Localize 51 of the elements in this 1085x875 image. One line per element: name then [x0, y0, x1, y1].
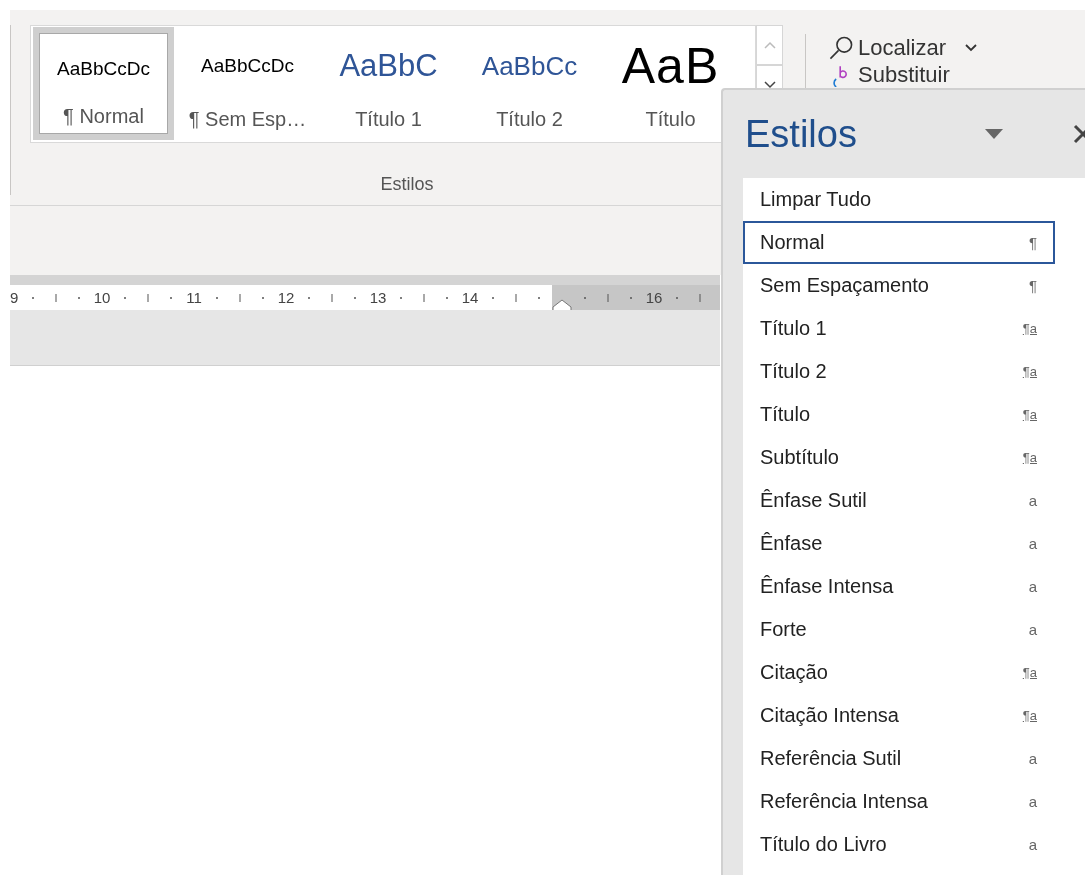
replace-button[interactable]: Substituir: [828, 61, 979, 88]
style-list-item[interactable]: Título 2 ¶a: [743, 350, 1055, 393]
chevron-down-icon: [964, 42, 979, 53]
linked-style-mark: ¶a: [1022, 450, 1037, 465]
style-list-item[interactable]: Título do Livro a: [743, 823, 1055, 866]
ruler-number: 12: [276, 289, 296, 306]
chevron-down-icon: [763, 81, 776, 89]
style-list-item[interactable]: Ênfase a: [743, 522, 1055, 565]
style-list-item[interactable]: Citação ¶a: [743, 651, 1055, 694]
style-list-item[interactable]: Sem Espaçamento ¶: [743, 264, 1055, 307]
ruler-number: 11: [185, 289, 203, 306]
style-gallery-item[interactable]: AaBbCcDc ¶ Sem Esp…: [177, 27, 318, 140]
character-style-mark: a: [1028, 836, 1037, 853]
dropdown-arrow-icon[interactable]: [985, 129, 1003, 139]
ruler-number: 13: [368, 289, 388, 306]
style-list-item[interactable]: Ênfase Intensa a: [743, 565, 1055, 608]
style-list-item[interactable]: Título ¶a: [743, 393, 1055, 436]
character-style-mark: a: [1028, 793, 1037, 810]
ruler-number: 9: [10, 289, 20, 306]
linked-style-mark: ¶a: [1022, 708, 1037, 723]
chevron-up-icon: [763, 41, 776, 49]
style-list-item[interactable]: Forte a: [743, 608, 1055, 651]
group-label: Estilos: [380, 174, 434, 195]
ruler-number: 10: [92, 289, 112, 306]
ruler-number: 14: [460, 289, 480, 306]
character-style-mark: a: [1028, 578, 1037, 595]
style-list-item[interactable]: Citação Intensa ¶a: [743, 694, 1055, 737]
pane-title: Estilos: [745, 112, 857, 156]
character-style-mark: a: [1028, 492, 1037, 509]
style-list-item[interactable]: Referência Intensa a: [743, 780, 1055, 823]
style-gallery-item[interactable]: AaBbCc Título 2: [459, 27, 600, 140]
style-list-item[interactable]: Título 1 ¶a: [743, 307, 1055, 350]
style-gallery-item[interactable]: AaBbCcDc ¶ Normal: [33, 27, 174, 140]
character-style-mark: a: [1028, 535, 1037, 552]
style-gallery-item[interactable]: AaBbC Título 1: [318, 27, 459, 140]
style-list-item[interactable]: Referência Sutil a: [743, 737, 1055, 780]
find-button[interactable]: Localizar: [828, 34, 979, 61]
style-list-item[interactable]: Normal ¶: [743, 221, 1055, 264]
linked-style-mark: ¶a: [1022, 364, 1037, 379]
search-icon: [828, 34, 854, 61]
character-style-mark: a: [1028, 621, 1037, 638]
style-list-item[interactable]: Limpar Tudo: [743, 178, 1055, 221]
style-list-item[interactable]: Subtítulo ¶a: [743, 436, 1055, 479]
character-style-mark: a: [1028, 750, 1037, 767]
linked-style-mark: ¶a: [1022, 665, 1037, 680]
paragraph-style-mark: ¶: [1028, 277, 1037, 294]
paragraph-style-mark: ¶: [1028, 234, 1037, 251]
linked-style-mark: ¶a: [1022, 321, 1037, 336]
ruler-number: 16: [644, 289, 664, 306]
linked-style-mark: ¶a: [1022, 407, 1037, 422]
style-list-item[interactable]: Ênfase Sutil a: [743, 479, 1055, 522]
